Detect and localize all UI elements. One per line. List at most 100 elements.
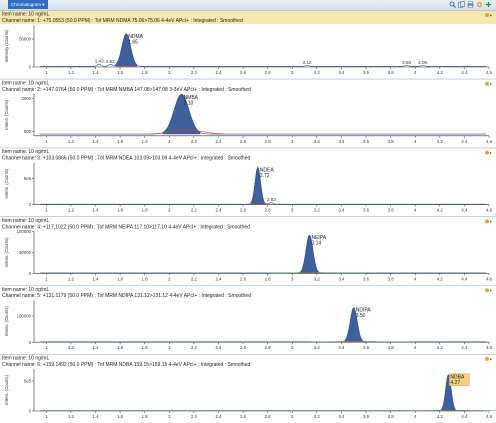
y-axis-label: Intens. (Counts) (4, 168, 9, 198)
panel-options-arrow-icon: ▸ (490, 288, 492, 293)
x-tick-label: 2.4 (215, 345, 222, 350)
x-tick-label: 3.2 (314, 414, 321, 419)
y-axis-label: Intensity (Counts) (4, 29, 9, 62)
y-tick-label: 50000 (19, 250, 32, 255)
x-tick-label: 1.2 (68, 139, 75, 144)
x-tick-label: 4.4 (461, 276, 468, 281)
panel-options-icon[interactable] (485, 81, 489, 86)
item-name: Item name: 10 ng/mL (2, 149, 49, 155)
x-tick-label: 2 (168, 208, 171, 213)
panel-options-icon[interactable] (485, 150, 489, 155)
minor-peak-label: 1.52 (106, 59, 115, 64)
x-tick-label: 1.8 (142, 139, 149, 144)
minor-peak-label: 1.43 (95, 59, 104, 64)
panel-options-arrow-icon: ▸ (490, 356, 492, 361)
chromatogram-window: Chromatogram ▾ Item name: 10 ng/mL Channe… (0, 0, 496, 423)
channel-name: Channel name: 1: +75.0553 (50.0 PPM) : T… (2, 18, 243, 24)
x-tick-label: 3.6 (363, 414, 370, 419)
x-tick-label: 2.2 (191, 70, 198, 75)
chromatogram-panel[interactable]: Item name: 10 ng/mLChannel name: 4: +117… (0, 216, 496, 281)
x-tick-label: 4.6 (486, 208, 493, 213)
x-tick-label: 3.4 (338, 70, 345, 75)
minor-peak-label: 3.12 (303, 60, 312, 65)
chromatogram-trace (40, 307, 487, 343)
x-tick-label: 1.6 (117, 345, 124, 350)
x-tick-label: 4.4 (461, 345, 468, 350)
x-tick-label: 2.4 (215, 208, 222, 213)
x-tick-label: 4 (414, 70, 417, 75)
item-name: Item name: 10 ng/mL (2, 218, 49, 224)
x-tick-label: 3.6 (363, 345, 370, 350)
x-tick-label: 3 (291, 139, 294, 144)
x-tick-label: 1.2 (68, 276, 75, 281)
x-tick-label: 2.4 (215, 70, 222, 75)
item-name: Item name: 10 ng/mL (2, 356, 49, 362)
x-tick-label: 1.6 (117, 414, 124, 419)
x-tick-label: 1 (45, 139, 48, 144)
chromatogram-panel[interactable]: Item name: 10 ng/mLChannel name: 2: +147… (0, 78, 496, 144)
chromatogram-panel[interactable]: Item name: 10 ng/mLChannel name: 1: +75.… (0, 10, 496, 75)
x-tick-label: 2.6 (240, 208, 247, 213)
x-tick-label: 2.2 (191, 345, 198, 350)
x-tick-label: 4.6 (486, 139, 493, 144)
x-tick-label: 1.2 (68, 414, 75, 419)
x-tick-label: 2.2 (191, 139, 198, 144)
x-tick-label: 1 (45, 70, 48, 75)
y-tick-label: 0 (29, 202, 32, 207)
y-tick-label: 2000 (21, 96, 31, 101)
pin-icon[interactable] (485, 1, 492, 8)
panel-options-icon[interactable] (485, 288, 489, 293)
x-tick-label: 4.6 (486, 414, 493, 419)
x-tick-label: 3.8 (388, 208, 395, 213)
minor-peak-label: 2.83 (267, 197, 276, 202)
peak-rt-label: 4.27 (450, 380, 460, 386)
x-tick-label: 1.2 (68, 345, 75, 350)
options-icon[interactable] (476, 1, 483, 8)
x-tick-label: 3.8 (388, 414, 395, 419)
x-tick-label: 1.8 (142, 345, 149, 350)
x-tick-label: 2 (168, 276, 171, 281)
y-tick-label: 100000 (17, 314, 32, 319)
channel-name: Channel name: 2: +147.0764 (50.0 PPM) : … (2, 87, 251, 93)
y-axis-label: Intens. (Counts) (4, 99, 9, 129)
chromatogram-panel[interactable]: Item name: 10 ng/mLChannel name: 5: +131… (0, 285, 496, 350)
x-tick-label: 2.8 (265, 139, 272, 144)
panel-options-icon[interactable] (485, 219, 489, 224)
minor-peak-label: 3.93 (402, 60, 411, 65)
x-tick-label: 4.2 (437, 70, 444, 75)
y-tick-label: 0 (29, 340, 32, 345)
y-tick-label: 0 (29, 65, 32, 70)
chromatogram-panel[interactable]: Item name: 10 ng/mLChannel name: 6: +159… (0, 353, 496, 419)
x-tick-label: 1.8 (142, 414, 149, 419)
x-tick-label: 3.4 (338, 276, 345, 281)
x-tick-label: 3.8 (388, 345, 395, 350)
x-tick-label: 4 (414, 414, 417, 419)
chromatogram-trace (40, 234, 487, 274)
panel-options-icon[interactable] (485, 357, 489, 361)
x-tick-label: 4.6 (486, 345, 493, 350)
channel-name: Channel name: 5: +131.1179 (50.0 PPM) : … (2, 293, 251, 299)
chromatogram-panel[interactable]: Item name: 10 ng/mLChannel name: 3: +103… (0, 147, 496, 213)
print-icon[interactable] (467, 1, 474, 8)
x-tick-label: 2.8 (265, 208, 272, 213)
y-tick-label: 100000 (17, 229, 32, 234)
x-tick-label: 2.2 (191, 414, 198, 419)
x-tick-label: 3.4 (338, 414, 345, 419)
panel-options-icon[interactable] (485, 13, 489, 17)
peak-rt-label: 3.50 (356, 313, 366, 319)
x-tick-label: 2.6 (240, 345, 247, 350)
x-tick-label: 4.4 (461, 208, 468, 213)
x-tick-label: 1.2 (68, 70, 75, 75)
channel-name: Channel name: 3: +103.0866 (50.0 PPM) : … (2, 156, 250, 162)
x-tick-label: 1 (45, 276, 48, 281)
x-tick-label: 1.6 (117, 208, 124, 213)
y-tick-label: 50000 (19, 37, 32, 42)
y-tick-label: 5e5 (24, 176, 32, 181)
x-tick-label: 1.2 (68, 208, 75, 213)
copy-icon[interactable] (458, 1, 465, 8)
x-tick-label: 3.6 (363, 276, 370, 281)
x-tick-label: 1 (45, 208, 48, 213)
zoom-icon[interactable] (449, 1, 456, 8)
window-title[interactable]: Chromatogram ▾ (8, 0, 48, 9)
x-tick-label: 2 (168, 70, 171, 75)
